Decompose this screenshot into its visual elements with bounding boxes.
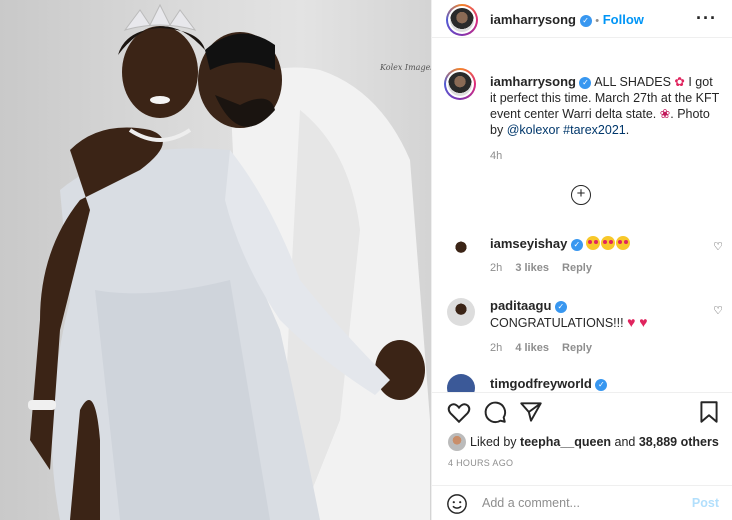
caption-author-avatar[interactable] [444,68,476,100]
liker-avatar[interactable] [448,433,466,451]
post-comment-button[interactable]: Post [692,496,719,510]
comment-body: timgodfreyworld ✓ [490,376,690,392]
heart-eyes-emoji-icon [616,236,631,250]
post-timestamp: 4 HOURS AGO [448,458,514,468]
commenter-avatar[interactable] [447,298,475,326]
red-heart-emoji-icon: ♥ ♥ [627,314,648,330]
caption-text-4: . [625,123,630,137]
reply-button[interactable]: Reply [562,342,592,354]
post-photo[interactable]: Kolex Images [0,0,431,520]
author-avatar[interactable] [446,4,478,36]
save-bookmark-icon[interactable] [696,399,722,425]
caption-text-1: ALL SHADES [591,75,675,89]
header-author-row: iamharrysong ✓ • Follow [490,12,644,27]
like-comment-heart-icon[interactable]: ♡ [713,304,723,317]
comment-text: CONGRATULATIONS!!! [490,316,628,330]
comment-input[interactable]: Add a comment... [482,496,682,510]
hibiscus-emoji-icon: ✿ [674,75,685,89]
liked-by-prefix: Liked by [470,435,521,449]
verified-badge-icon: ✓ [579,76,592,89]
liker-username[interactable]: teepha__queen [520,435,611,449]
comment-time: 2h [490,262,503,274]
follow-button[interactable]: Follow [603,12,644,27]
heart-eyes-emoji-icon [586,236,601,250]
reply-button[interactable]: Reply [562,262,592,274]
follow-separator: • [595,15,600,27]
others-count[interactable]: 38,889 others [639,435,719,449]
liked-by-suffix: and [611,435,639,449]
add-comment-bar: Add a comment... Post [432,485,732,520]
verified-badge-icon: ✓ [595,378,608,391]
caption-text: iamharrysong ✓ ALL SHADES ✿ I got it per… [490,74,720,164]
more-options-icon[interactable]: ··· [696,8,717,29]
load-more-comments-icon[interactable]: + [571,185,591,205]
comment-bubble-icon[interactable] [482,399,508,425]
comment-time: 2h [490,342,503,354]
author-username[interactable]: iamharrysong [490,12,576,27]
mention-link[interactable]: @kolexor [507,123,560,137]
woman-head [122,26,198,118]
comment-meta: 2h 4 likes Reply [490,342,602,354]
comment-username[interactable]: paditaagu [490,298,551,313]
hashtag-link[interactable]: #tarex2021 [563,123,626,137]
post-header: iamharrysong ✓ • Follow ··· [432,0,732,38]
comment-username[interactable]: iamseyishay [490,236,567,251]
heart-eyes-emoji-icon [601,236,616,250]
caption-author[interactable]: iamharrysong [490,74,576,89]
liked-by-text: Liked by teepha__queen and 38,889 others [448,433,719,451]
emoji-smiley-icon[interactable] [446,493,468,515]
verified-badge-icon: ✓ [579,14,592,27]
post-side-panel: iamharrysong ✓ • Follow ··· iamharrysong… [431,0,732,520]
post-actions: Liked by teepha__queen and 38,889 others… [432,392,732,520]
comment-username[interactable]: timgodfreyworld [490,376,592,391]
caption-time: 4h [490,150,503,162]
comment-body: iamseyishay ✓ [490,236,690,252]
comment-body: paditaagu ✓ CONGRATULATIONS!!! ♥ ♥ [490,298,690,331]
commenter-avatar[interactable] [447,236,475,264]
like-comment-heart-icon[interactable]: ♡ [713,240,723,253]
rose-emoji-icon: ❀ [659,107,671,121]
comment-likes[interactable]: 4 likes [515,342,549,354]
share-direct-icon[interactable] [518,399,544,425]
photo-illustration: Kolex Images [28,3,431,520]
verified-badge-icon: ✓ [570,238,583,251]
verified-badge-icon: ✓ [554,300,567,313]
comment-likes[interactable]: 3 likes [515,262,549,274]
watermark: Kolex Images [379,63,431,72]
comment-meta: 2h 3 likes Reply [490,262,602,274]
like-heart-icon[interactable] [446,399,472,425]
